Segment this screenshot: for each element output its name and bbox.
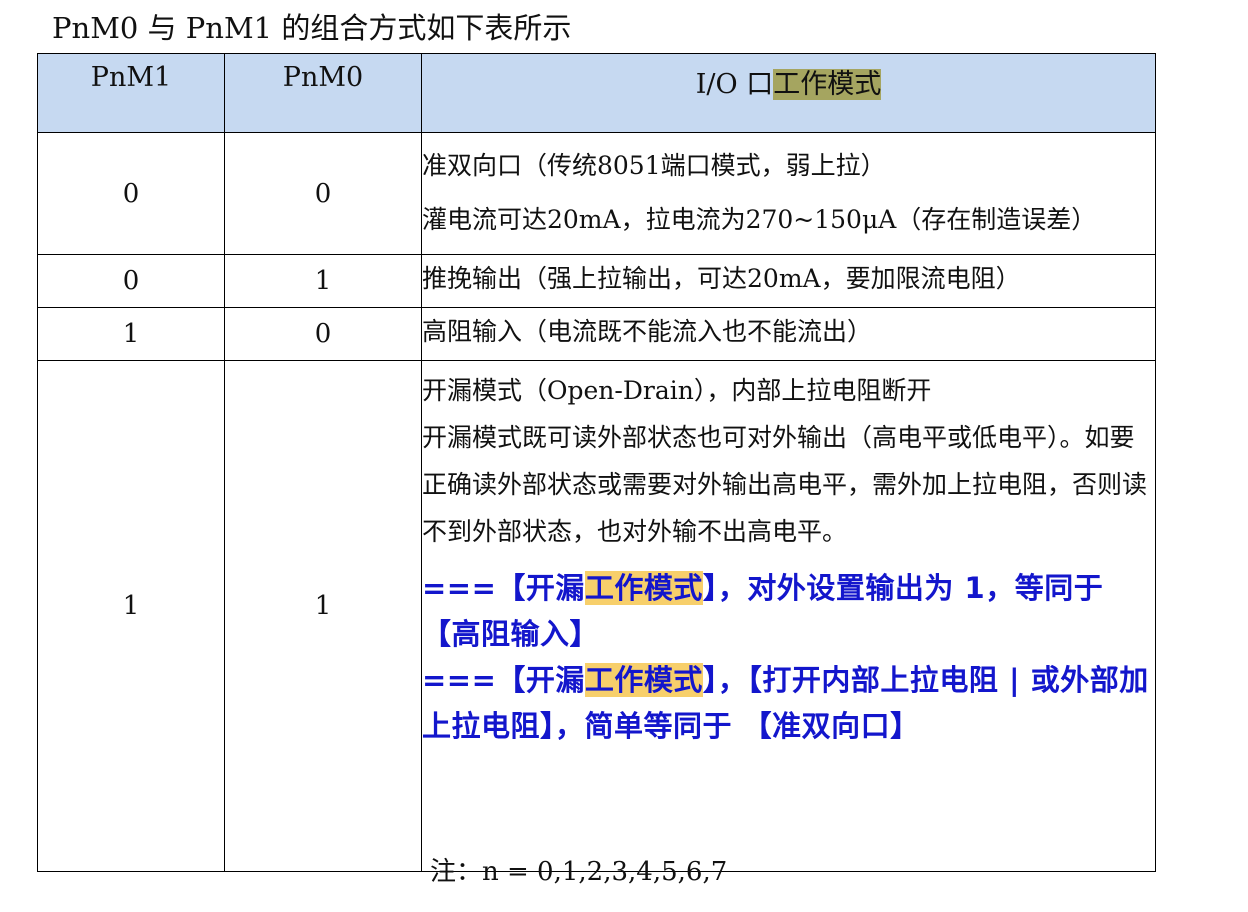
mode-line: 高阻输入（电流既不能流入也不能流出） — [422, 317, 873, 346]
table-row: 0 0 准双向口（传统8051端口模式，弱上拉） 灌电流可达20mA，拉电流为2… — [37, 132, 1156, 255]
mode-line: 推挽输出（强上拉输出，可达20mA，要加限流电阻） — [422, 264, 1021, 293]
cell-mode-description: 准双向口（传统8051端口模式，弱上拉） 灌电流可达20mA，拉电流为270~1… — [421, 132, 1156, 255]
header-pnm0: PnM0 — [224, 53, 422, 133]
annotation-before: ===【开漏 — [422, 663, 585, 697]
table-row: 1 1 开漏模式（Open-Drain），内部上拉电阻断开 开漏模式既可读外部状… — [37, 360, 1156, 872]
cell-pnm1: 0 — [37, 254, 225, 308]
annotation-note: ===【开漏工作模式】，对外设置输出为 1，等同于 【高阻输入】 — [422, 565, 1155, 657]
cell-mode-description: 推挽输出（强上拉输出，可达20mA，要加限流电阻） — [421, 254, 1156, 308]
annotation-highlight: 工作模式 — [584, 571, 703, 605]
cell-pnm1: 1 — [37, 307, 225, 361]
cell-pnm1: 0 — [37, 132, 225, 255]
annotation-note: ===【开漏工作模式】，【打开内部上拉电阻 | 或外部加上拉电阻】，简单等同于 … — [422, 657, 1155, 749]
header-mode-highlight: 工作模式 — [773, 69, 882, 100]
header-pnm1: PnM1 — [37, 53, 225, 133]
table-caption: PnM0 与 PnM1 的组合方式如下表所示 — [52, 11, 572, 45]
header-mode-prefix: I/O 口 — [695, 69, 774, 100]
cell-mode-description: 高阻输入（电流既不能流入也不能流出） — [421, 307, 1156, 361]
table-row: 0 1 推挽输出（强上拉输出，可达20mA，要加限流电阻） — [37, 254, 1156, 308]
cell-pnm0: 1 — [224, 360, 422, 872]
annotation-highlight: 工作模式 — [584, 663, 703, 697]
mode-line: 开漏模式（Open-Drain），内部上拉电阻断开 — [422, 376, 932, 405]
mode-line: 灌电流可达20mA，拉电流为270~150μA（存在制造误差） — [422, 205, 1097, 234]
cell-pnm0: 0 — [224, 307, 422, 361]
header-io-mode: I/O 口工作模式 — [421, 53, 1156, 133]
cell-pnm0: 1 — [224, 254, 422, 308]
annotation-before: ===【开漏 — [422, 571, 585, 605]
table-header-row: PnM1 PnM0 I/O 口工作模式 — [37, 53, 1156, 133]
cell-pnm1: 1 — [37, 360, 225, 872]
cell-pnm0: 0 — [224, 132, 422, 255]
mode-line: 开漏模式既可读外部状态也可对外输出（高电平或低电平）。如要正确读外部状态或需要对… — [422, 423, 1148, 546]
cell-mode-description: 开漏模式（Open-Drain），内部上拉电阻断开 开漏模式既可读外部状态也可对… — [421, 360, 1156, 872]
mode-line: 准双向口（传统8051端口模式，弱上拉） — [422, 151, 886, 180]
io-mode-table: PnM1 PnM0 I/O 口工作模式 0 0 准双向口（传统8051端口模式，… — [37, 53, 1156, 872]
table-footnote: 注：n = 0,1,2,3,4,5,6,7 — [430, 857, 728, 887]
table-row: 1 0 高阻输入（电流既不能流入也不能流出） — [37, 307, 1156, 361]
